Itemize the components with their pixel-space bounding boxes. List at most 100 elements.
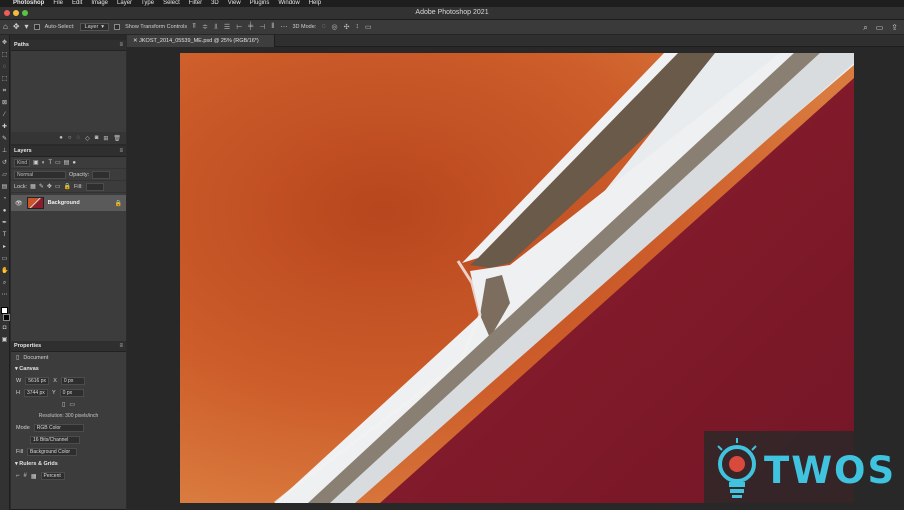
menu-edit[interactable]: Edit (72, 0, 82, 7)
filter-toggle-icon[interactable]: ● (72, 160, 76, 166)
zoom-tool-icon[interactable]: ⌕ (1, 279, 8, 288)
pen-tool-icon[interactable]: ✒ (1, 219, 8, 228)
menu-layer[interactable]: Layer (117, 0, 132, 7)
filter-smart-icon[interactable]: ▤ (64, 159, 70, 166)
portrait-orientation-icon[interactable]: ▯ (62, 401, 65, 408)
search-icon[interactable]: ⌕ (863, 23, 867, 33)
tool-preset-chevron-icon[interactable]: ▾ (25, 23, 29, 31)
document-tab[interactable]: ✕ JKOST_2014_05539_ME.psd @ 25% (RGB/16*… (127, 35, 275, 47)
show-transform-checkbox[interactable] (114, 24, 121, 30)
lock-image-icon[interactable]: ✎ (39, 183, 44, 190)
dodge-tool-icon[interactable]: ● (1, 207, 8, 216)
quick-mask-icon[interactable]: ◘ (1, 324, 8, 333)
add-mask-icon[interactable]: ◙ (95, 135, 99, 141)
workspace-icon[interactable]: ▭ (876, 23, 884, 33)
fill-path-icon[interactable]: ● (59, 135, 63, 141)
panel-menu-icon[interactable]: ≡ (119, 343, 123, 349)
distribute-vertical-icon[interactable]: ☰ (224, 23, 230, 31)
rulers-grids-section-header[interactable]: ▾ Rulers & Grids (11, 458, 126, 470)
align-vcenter-icon[interactable]: ≑ (202, 23, 208, 31)
guides-icon[interactable]: ▦ (31, 473, 37, 480)
new-path-icon[interactable]: ⊞ (103, 135, 108, 142)
menu-image[interactable]: Image (91, 0, 108, 7)
move-tool-icon[interactable]: ✥ (1, 39, 8, 48)
clone-stamp-tool-icon[interactable]: ⊥ (1, 147, 8, 156)
panel-menu-icon[interactable]: ≡ (119, 148, 123, 154)
filter-type-icon[interactable]: T (48, 160, 52, 166)
height-field[interactable]: 3744 px (23, 389, 48, 397)
frame-tool-icon[interactable]: ⊠ (1, 99, 8, 108)
menu-help[interactable]: Help (309, 0, 321, 7)
foreground-color-swatch[interactable] (1, 307, 8, 314)
crop-tool-icon[interactable]: ⌗ (1, 87, 8, 96)
align-hcenter-icon[interactable]: ╪ (248, 23, 253, 31)
lasso-tool-icon[interactable]: ◌ (1, 63, 8, 72)
menu-file[interactable]: File (53, 0, 63, 7)
bit-depth-dropdown[interactable]: 16 Bits/Channel (30, 436, 80, 444)
hand-tool-icon[interactable]: ✋ (1, 267, 8, 276)
camera-3d-icon[interactable]: ▭ (365, 23, 372, 31)
units-dropdown[interactable]: Percent (40, 472, 65, 480)
fill-field[interactable] (85, 182, 104, 191)
fill-dropdown[interactable]: Background Color (27, 448, 78, 456)
tab-paths[interactable]: Paths (14, 42, 29, 48)
ruler-icon[interactable]: ⌐ (16, 473, 20, 479)
menu-view[interactable]: View (228, 0, 241, 7)
background-color-swatch[interactable] (2, 314, 10, 321)
healing-brush-tool-icon[interactable]: ✚ (1, 123, 8, 132)
shape-tool-icon[interactable]: ▭ (1, 255, 8, 264)
eraser-tool-icon[interactable]: ▱ (1, 171, 8, 180)
stroke-path-icon[interactable]: ○ (68, 135, 72, 141)
align-left-icon[interactable]: ⊢ (236, 23, 242, 31)
layer-name[interactable]: Background (48, 200, 111, 206)
filter-pixel-icon[interactable]: ▣ (33, 159, 39, 166)
opacity-field[interactable] (92, 170, 111, 179)
roll-3d-icon[interactable]: ◎ (332, 23, 338, 31)
canvas-section-header[interactable]: ▾ Canvas (11, 363, 126, 375)
object-select-tool-icon[interactable]: ⬚ (1, 75, 8, 84)
menu-type[interactable]: Type (141, 0, 154, 7)
distribute-horizontal-icon[interactable]: ⦀ (271, 23, 274, 31)
menu-plugins[interactable]: Plugins (250, 0, 270, 7)
lock-transparent-icon[interactable]: ▦ (30, 183, 36, 190)
load-selection-icon[interactable]: ◌ (77, 135, 81, 141)
align-bottom-icon[interactable]: ⫫ (214, 23, 218, 31)
landscape-orientation-icon[interactable]: ▭ (69, 401, 75, 408)
share-icon[interactable]: ⇪ (891, 23, 898, 33)
color-mode-dropdown[interactable]: RGB Color (33, 424, 84, 432)
home-icon[interactable]: ⌂ (3, 23, 8, 31)
marquee-tool-icon[interactable]: ⬚ (1, 51, 8, 60)
align-top-icon[interactable]: ⫪ (192, 23, 196, 31)
lock-position-icon[interactable]: ✥ (47, 183, 52, 190)
gradient-tool-icon[interactable]: ▤ (1, 183, 8, 192)
layer-kind-filter[interactable]: Kind (14, 158, 31, 167)
menu-filter[interactable]: Filter (189, 0, 202, 7)
move-tool-icon[interactable]: ✥ (13, 23, 20, 31)
make-work-path-icon[interactable]: ◇ (85, 135, 90, 142)
filter-adjust-icon[interactable]: ◐ (42, 160, 46, 166)
more-tools-icon[interactable]: ⋯ (1, 291, 8, 300)
history-brush-tool-icon[interactable]: ↺ (1, 159, 8, 168)
lock-all-icon[interactable]: 🔒 (64, 183, 71, 190)
filter-shape-icon[interactable]: ▭ (55, 159, 61, 166)
grid-icon[interactable]: # (24, 473, 27, 479)
menu-3d[interactable]: 3D (211, 0, 219, 7)
layer-row-background[interactable]: 👁 Background 🔒 (11, 195, 126, 211)
screen-mode-icon[interactable]: ▣ (1, 336, 8, 345)
more-options-icon[interactable]: ⋯ (280, 23, 287, 31)
panel-menu-icon[interactable]: ≡ (119, 42, 123, 48)
eyedropper-tool-icon[interactable]: ⁄ (1, 111, 8, 120)
tab-layers[interactable]: Layers (14, 148, 32, 154)
visibility-eye-icon[interactable]: 👁 (15, 200, 23, 207)
orbit-3d-icon[interactable]: ◌ (321, 23, 325, 31)
slide-3d-icon[interactable]: ↕ (355, 23, 359, 31)
blend-mode-dropdown[interactable]: Normal (14, 170, 66, 179)
auto-select-dropdown[interactable]: Layer ▾ (79, 23, 110, 31)
trash-icon[interactable]: 🗑 (113, 135, 121, 142)
brush-tool-icon[interactable]: ✎ (1, 135, 8, 144)
tab-properties[interactable]: Properties (14, 343, 41, 349)
path-select-tool-icon[interactable]: ▸ (1, 243, 8, 252)
type-tool-icon[interactable]: T (1, 231, 8, 240)
x-field[interactable]: 0 px (60, 377, 85, 385)
menu-photoshop[interactable]: Photoshop (13, 0, 44, 7)
